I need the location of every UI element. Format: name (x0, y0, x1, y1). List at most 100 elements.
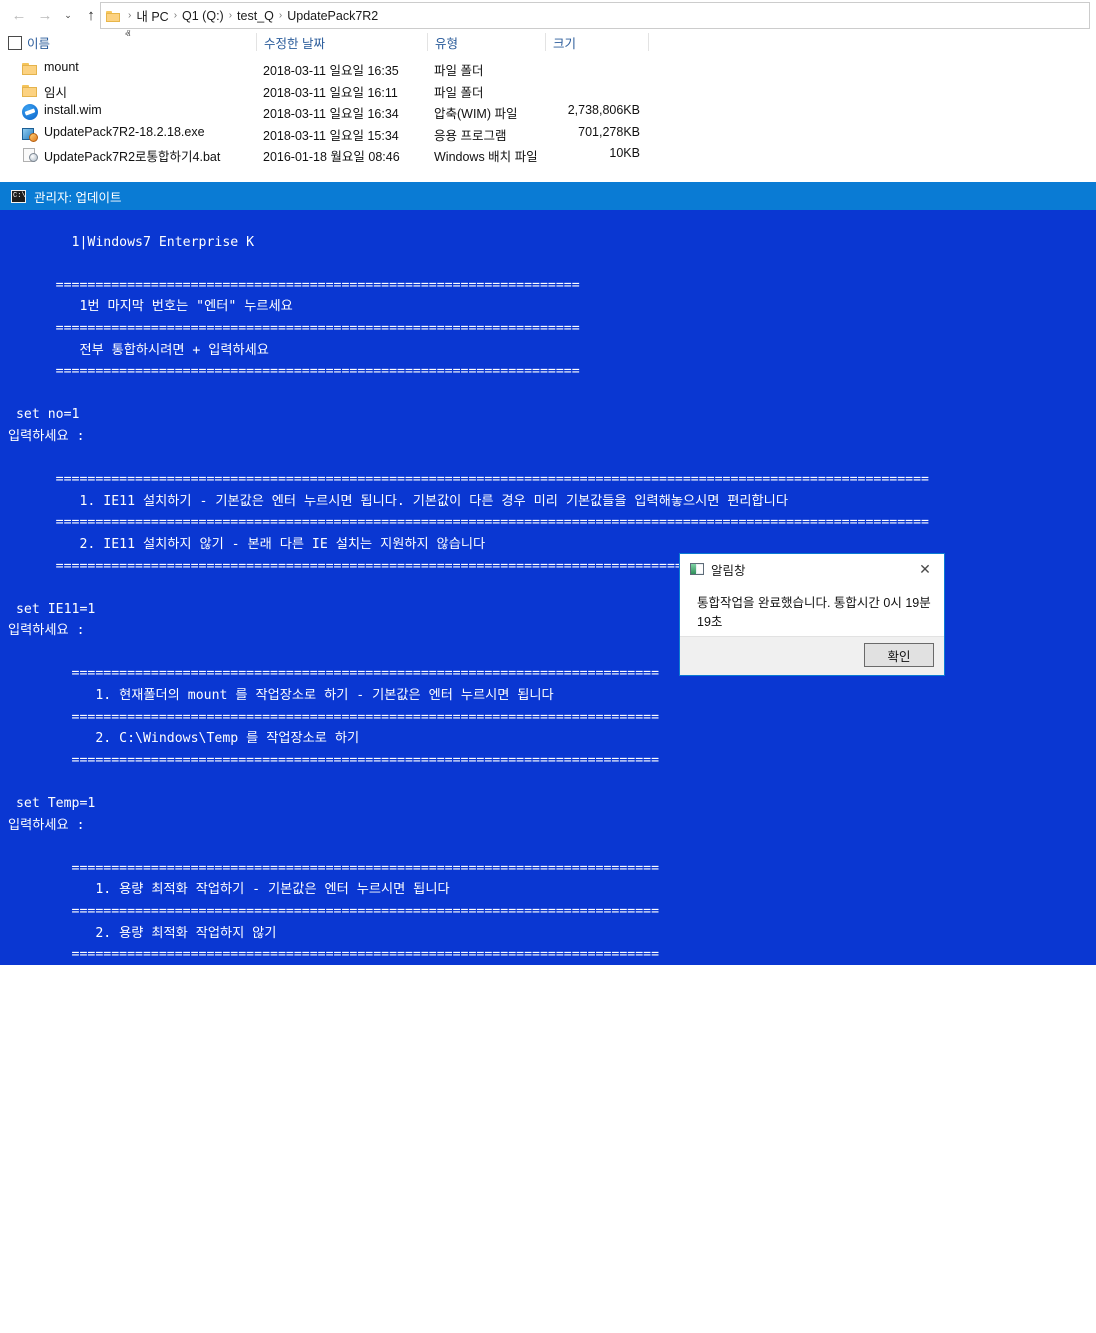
app-window-icon (690, 563, 704, 575)
dialog-title-bar[interactable]: 알림창 ✕ (680, 554, 944, 584)
console-line: 1. 용량 최적화 작업하기 - 기본값은 엔터 누르시면 됩니다 (8, 882, 450, 898)
file-name: UpdatePack7R2-18.2.18.exe (44, 124, 205, 139)
file-date: 2018-03-11 일요일 15:34 (263, 128, 399, 143)
breadcrumb-item-0[interactable]: 내 PC (135, 6, 169, 25)
table-row[interactable]: mount 2018-03-11 일요일 16:35 파일 폴더 (0, 58, 1096, 80)
file-date: 2018-03-11 일요일 16:11 (263, 85, 398, 100)
console-line: ======================================== (8, 1184, 390, 1200)
console-line: set no=1 (8, 407, 80, 423)
navigation-buttons: ← → ⌄ ↑ (6, 4, 104, 26)
console-line: ========================================… (8, 904, 660, 919)
wim-file-icon (22, 104, 38, 120)
column-header-name[interactable]: 이름 (27, 29, 50, 55)
cmd-icon (11, 189, 26, 203)
console-line: 입력하세요 : (8, 817, 85, 833)
console-line: "Q:\test_Q\UpdatePack7R2\UpdatePack7R2-1… (8, 1141, 1096, 1157)
console-line: 입력하세요 : (8, 428, 85, 444)
file-type: 응용 프로그램 (434, 128, 507, 143)
forward-icon[interactable]: → (32, 4, 58, 26)
breadcrumb-item-2[interactable]: test_Q (236, 9, 275, 23)
chevron-down-icon[interactable]: ⌄ (58, 4, 78, 26)
console-line: 통합 시간 : 0시 19분 19초 (8, 1249, 268, 1265)
console-line: ======================================== (8, 1055, 390, 1071)
console-line: 1. IE11 설치하기 - 기본값은 엔터 누르시면 됩니다. 기본값이 다른… (8, 493, 788, 509)
column-divider[interactable] (648, 33, 649, 51)
console-line: 1번 마지막 번호는 "엔터" 누르세요 (8, 299, 293, 315)
notification-dialog[interactable]: 알림창 ✕ 통합작업을 완료했습니다. 통합시간 0시 19분 19초 확인 (679, 553, 945, 676)
file-size: 2,738,806KB (567, 103, 640, 117)
select-all-checkbox[interactable] (8, 36, 22, 50)
console-line: ========================================… (8, 320, 580, 336)
console-title: 관리자: 업데이트 (34, 190, 122, 205)
table-row[interactable]: UpdatePack7R2-18.2.18.exe 2018-03-11 일요일… (0, 123, 1096, 145)
console-line: 완료 시간 : 16시 35분 1초 (8, 1206, 268, 1222)
column-headers: 이름 수정한 날짜 유형 크기 (0, 29, 1096, 55)
console-line: 시작 시간 : 16시 15분 42초 (8, 1076, 276, 1092)
breadcrumb-separator: › (173, 10, 178, 21)
console-line: ========================================… (8, 472, 929, 488)
table-row[interactable]: UpdatePack7R2로통합하기4.bat 2016-01-18 월요일 0… (0, 144, 1096, 166)
folder-icon (22, 61, 38, 77)
dialog-title: 알림창 (711, 563, 746, 578)
back-icon[interactable]: ← (6, 4, 32, 26)
application-icon (22, 126, 38, 142)
dialog-body: 통합작업을 완료했습니다. 통합시간 0시 19분 19초 (680, 584, 944, 638)
file-date: 2016-01-18 월요일 08:46 (263, 150, 400, 164)
file-type: 파일 폴더 (434, 85, 484, 100)
file-date: 2018-03-11 일요일 16:35 (263, 64, 399, 78)
breadcrumb-separator: › (278, 10, 283, 21)
breadcrumb-item-1[interactable]: Q1 (Q:) (181, 9, 225, 23)
console-line: ========================================… (8, 860, 660, 876)
console-line: set Optimize=1 (8, 990, 128, 1006)
breadcrumb-separator: › (228, 10, 233, 21)
table-row[interactable]: install.wim 2018-03-11 일요일 16:34 압축(WIM)… (0, 101, 1096, 123)
ok-button[interactable]: 확인 (864, 643, 934, 667)
console-line: 1|Windows7 Enterprise K (8, 234, 255, 250)
console-line: ========================================… (8, 277, 580, 293)
console-line: ========================================… (8, 752, 660, 768)
breadcrumb[interactable]: › 내 PC › Q1 (Q:) › test_Q › UpdatePack7R… (100, 2, 1090, 29)
close-icon[interactable]: ✕ (906, 554, 944, 584)
console-line: ========================================… (8, 515, 929, 531)
console-title-bar[interactable]: 관리자: 업데이트 (0, 182, 1096, 210)
column-header-type[interactable]: 유형 (435, 29, 458, 55)
console-line: ======================================== (8, 1227, 390, 1243)
console-line: ======================================== (8, 1098, 390, 1114)
folder-icon (106, 10, 121, 22)
file-list: mount 2018-03-11 일요일 16:35 파일 폴더 임시 2018… (0, 58, 1096, 166)
column-divider[interactable] (427, 33, 428, 51)
dialog-message: 통합작업을 완료했습니다. 통합시간 0시 19분 19초 (697, 596, 931, 629)
file-type: 파일 폴더 (434, 64, 484, 78)
file-name: install.wim (44, 103, 102, 117)
file-name: mount (44, 60, 79, 74)
console-line: ========================================… (8, 364, 580, 380)
console-line: 1. 현재폴더의 mount 를 작업장소로 하기 - 기본값은 엔터 누르시면… (8, 688, 554, 704)
sort-ascending-icon: ⱏ (125, 29, 131, 41)
console-line: 전부 통합하시려면 + 입력하세요 (8, 342, 269, 358)
file-size: 10KB (609, 146, 640, 160)
column-divider[interactable] (256, 33, 257, 51)
console-line: ======================================== (8, 1271, 390, 1287)
file-type: 압축(WIM) 파일 (434, 107, 518, 121)
file-size: 701,278KB (578, 124, 640, 139)
column-header-date[interactable]: 수정한 날짜 (264, 29, 325, 55)
table-row[interactable]: 임시 2018-03-11 일요일 16:11 파일 폴더 (0, 80, 1096, 102)
breadcrumb-item-3[interactable]: UpdatePack7R2 (286, 9, 379, 23)
batch-file-icon (22, 147, 38, 163)
column-header-size[interactable]: 크기 (553, 29, 576, 55)
console-line: 2. 용량 최적화 작업하지 않기 (8, 925, 277, 941)
console-line: set Temp=1 (8, 796, 96, 812)
column-divider[interactable] (545, 33, 546, 51)
file-date: 2018-03-11 일요일 16:34 (263, 107, 399, 121)
console-line: ========================================… (8, 709, 660, 725)
